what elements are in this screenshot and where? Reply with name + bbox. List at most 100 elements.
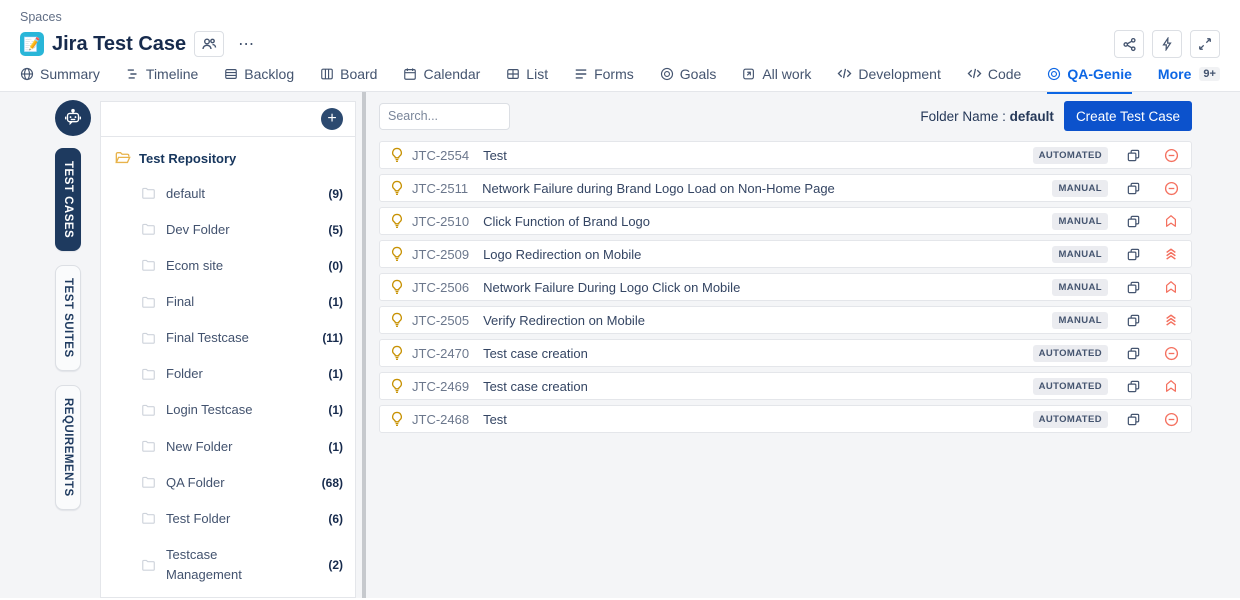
tab-all-work[interactable]: All work <box>742 66 811 94</box>
folder-icon <box>141 259 156 272</box>
folder-count: (6) <box>328 512 343 526</box>
code-icon <box>837 67 852 80</box>
tab-qa-genie[interactable]: QA-Genie <box>1047 66 1132 94</box>
folder-icon <box>141 296 156 309</box>
tab-summary[interactable]: Summary <box>20 66 100 94</box>
priority-highest-icon <box>1164 247 1178 261</box>
folder-icon <box>141 187 156 200</box>
tab-backlog[interactable]: Backlog <box>224 66 294 94</box>
tab-development[interactable]: Development <box>837 66 941 94</box>
folder-count: (11) <box>322 331 343 345</box>
copy-button[interactable] <box>1126 412 1141 427</box>
breadcrumb[interactable]: Spaces <box>20 10 1220 24</box>
project-icon: 📝 <box>20 32 44 56</box>
folder-icon <box>141 476 156 489</box>
bulb-icon <box>390 411 404 427</box>
tab-list[interactable]: List <box>506 66 548 94</box>
tree-folder-item[interactable]: Test Folder (6) <box>115 501 343 537</box>
tree-folder-item[interactable]: New Folder (1) <box>115 429 343 465</box>
copy-button[interactable] <box>1126 247 1141 262</box>
copy-button[interactable] <box>1126 313 1141 328</box>
test-case-row[interactable]: JTC-2470 Test case creation AUTOMATED <box>379 339 1192 367</box>
test-case-key: JTC-2511 <box>412 181 468 196</box>
search-input[interactable] <box>379 103 510 130</box>
people-button[interactable] <box>194 31 224 57</box>
copy-button[interactable] <box>1126 181 1141 196</box>
add-folder-button[interactable]: + <box>321 108 343 130</box>
test-case-title: Test case creation <box>483 346 1033 361</box>
test-case-key: JTC-2506 <box>412 280 469 295</box>
test-case-row[interactable]: JTC-2511 Network Failure during Brand Lo… <box>379 174 1192 202</box>
tab-calendar[interactable]: Calendar <box>403 66 480 94</box>
tab-board[interactable]: Board <box>320 66 377 94</box>
test-case-key: JTC-2509 <box>412 247 469 262</box>
tab-code[interactable]: Code <box>967 66 1021 94</box>
tree-folder-item[interactable]: Dev Folder (5) <box>115 212 343 248</box>
test-case-row[interactable]: JTC-2468 Test AUTOMATED <box>379 405 1192 433</box>
rail-tab-test-cases[interactable]: TEST CASES <box>55 148 81 251</box>
folder-count: (1) <box>328 295 343 309</box>
create-test-case-button[interactable]: Create Test Case <box>1064 101 1192 131</box>
rail-tab-requirements[interactable]: REQUIREMENTS <box>55 385 81 510</box>
folder-name-label: Folder Name : default <box>920 109 1054 124</box>
tree-folder-item[interactable]: QA Folder (68) <box>115 465 343 501</box>
tree-folder-item[interactable]: Ecom site (0) <box>115 248 343 284</box>
tree-folder-item[interactable]: Login Testcase (1) <box>115 392 343 428</box>
tab-goals[interactable]: Goals <box>660 66 717 94</box>
share-button[interactable] <box>1114 30 1144 58</box>
test-case-row[interactable]: JTC-2510 Click Function of Brand Logo MA… <box>379 207 1192 235</box>
bulb-icon <box>390 147 404 163</box>
copy-icon <box>1126 379 1141 394</box>
copy-button[interactable] <box>1126 280 1141 295</box>
priority-icon <box>1163 214 1179 228</box>
copy-icon <box>1126 214 1141 229</box>
execution-type-badge: MANUAL <box>1052 312 1108 329</box>
copy-button[interactable] <box>1126 346 1141 361</box>
folder-panel-header: + <box>101 102 355 137</box>
tree-folder-item[interactable]: Folder (1) <box>115 356 343 392</box>
test-case-title: Test <box>483 148 1033 163</box>
test-case-row[interactable]: JTC-2506 Network Failure During Logo Cli… <box>379 273 1192 301</box>
test-case-title: Network Failure during Brand Logo Load o… <box>482 181 1052 196</box>
tree-folder-item[interactable]: Final Testcase (11) <box>115 320 343 356</box>
tab-forms[interactable]: Forms <box>574 66 634 94</box>
lightning-icon <box>1160 37 1174 51</box>
tree-folder-item[interactable]: default (9) <box>115 176 343 212</box>
folder-icon <box>141 512 156 525</box>
execution-type-badge: MANUAL <box>1052 246 1108 263</box>
folder-icon <box>141 368 156 381</box>
test-case-row[interactable]: JTC-2469 Test case creation AUTOMATED <box>379 372 1192 400</box>
test-case-key: JTC-2510 <box>412 214 469 229</box>
test-case-row[interactable]: JTC-2509 Logo Redirection on Mobile MANU… <box>379 240 1192 268</box>
test-case-row[interactable]: JTC-2505 Verify Redirection on Mobile MA… <box>379 306 1192 334</box>
folder-count: (1) <box>328 367 343 381</box>
bulb-icon <box>390 312 404 328</box>
copy-icon <box>1126 280 1141 295</box>
current-folder-name: default <box>1010 109 1054 124</box>
test-case-title: Verify Redirection on Mobile <box>483 313 1052 328</box>
tab-timeline[interactable]: Timeline <box>126 66 198 94</box>
tab-more[interactable]: More 9+ <box>1158 66 1220 94</box>
execution-type-badge: AUTOMATED <box>1033 345 1108 362</box>
expand-button[interactable] <box>1190 30 1220 58</box>
tree-folder-item[interactable]: Final (1) <box>115 284 343 320</box>
tree-folder-item[interactable]: Testcase Management (2) <box>115 537 343 593</box>
title-more-button[interactable]: ⋯ <box>232 34 261 54</box>
automation-button[interactable] <box>1152 30 1182 58</box>
copy-button[interactable] <box>1126 148 1141 163</box>
copy-button[interactable] <box>1126 379 1141 394</box>
forms-icon <box>574 67 588 81</box>
priority-icon <box>1163 379 1179 393</box>
test-case-title: Logo Redirection on Mobile <box>483 247 1052 262</box>
tree-root-test-repository[interactable]: Test Repository <box>115 151 343 166</box>
qa-genie-robot-icon <box>55 100 91 136</box>
folder-tree: Test Repository default (9) Dev Folder (… <box>101 137 355 597</box>
test-case-row[interactable]: JTC-2554 Test AUTOMATED <box>379 141 1192 169</box>
rail-tab-test-suites[interactable]: TEST SUITES <box>55 265 81 371</box>
tree-folder-item[interactable]: UI/UX (2) <box>115 593 343 597</box>
bulb-icon <box>390 279 404 295</box>
test-case-title: Network Failure During Logo Click on Mob… <box>483 280 1052 295</box>
copy-button[interactable] <box>1126 214 1141 229</box>
execution-type-badge: MANUAL <box>1052 279 1108 296</box>
folder-icon <box>141 440 156 453</box>
